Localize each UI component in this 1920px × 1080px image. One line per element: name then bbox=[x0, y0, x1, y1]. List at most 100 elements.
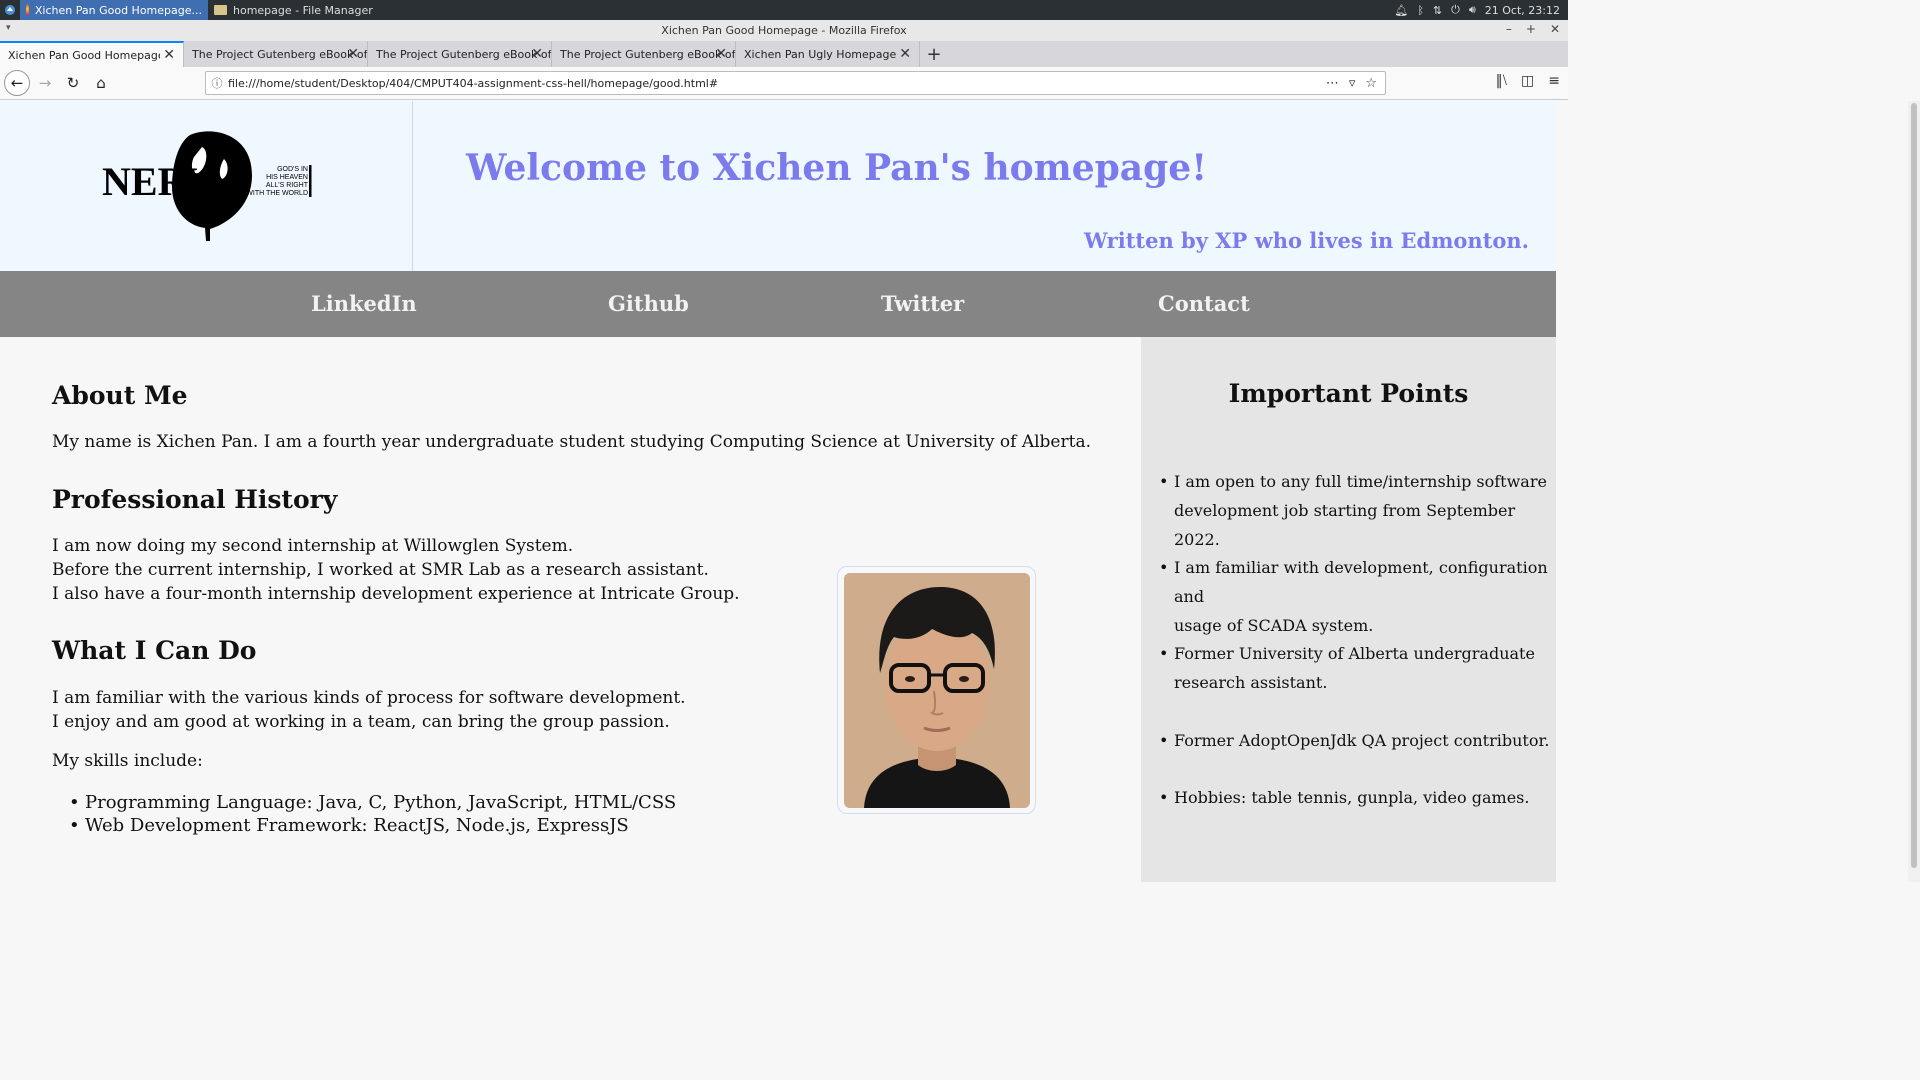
taskbar-task-file-manager[interactable]: homepage - File Manager bbox=[208, 0, 379, 20]
skill-item: Web Development Framework: ReactJS, Node… bbox=[69, 814, 676, 837]
tab-label: The Project Gutenberg eBook of F bbox=[560, 47, 736, 61]
site-info-icon[interactable]: ⓘ bbox=[206, 75, 228, 91]
page-title: Welcome to Xichen Pan's homepage! bbox=[466, 147, 1208, 189]
close-tab-icon[interactable]: ✕ bbox=[160, 47, 175, 63]
point-item: I am open to any full time/internship so… bbox=[1159, 467, 1550, 554]
tab-bar: Xichen Pan Good Homepage ✕ The Project G… bbox=[0, 41, 1568, 67]
desktop-taskbar: Xichen Pan Good Homepage... homepage - F… bbox=[0, 0, 1568, 20]
history-line: I also have a four-month internship deve… bbox=[52, 584, 740, 604]
skill-item: Programming Language: Java, C, Python, J… bbox=[69, 791, 676, 814]
hamburger-menu-icon[interactable]: ≡ bbox=[1548, 73, 1560, 89]
tab-gutenberg-1[interactable]: The Project Gutenberg eBook of A ✕ bbox=[184, 41, 368, 67]
bluetooth-icon[interactable]: ᛒ bbox=[1417, 4, 1424, 17]
history-line: Before the current internship, I worked … bbox=[52, 560, 709, 580]
about-text: My name is Xichen Pan. I am a fourth yea… bbox=[52, 432, 1091, 452]
page-scrollbar[interactable] bbox=[1908, 101, 1920, 882]
home-icon: ⌂ bbox=[96, 74, 106, 92]
tab-gutenberg-2[interactable]: The Project Gutenberg eBook of D ✕ bbox=[368, 41, 552, 67]
svg-text:HIS HEAVEN: HIS HEAVEN bbox=[266, 174, 308, 181]
close-tab-icon[interactable]: ✕ bbox=[528, 46, 543, 62]
system-tray: 🔔︎ ᛒ ⇅ ⏻ 🔊︎ 21 Oct, 23:12 bbox=[1394, 3, 1568, 17]
main-content: About Me My name is Xichen Pan. I am a f… bbox=[0, 337, 1141, 882]
cando-heading: What I Can Do bbox=[52, 636, 257, 665]
plus-icon: + bbox=[926, 43, 942, 65]
history-line: I am now doing my second internship at W… bbox=[52, 536, 574, 556]
tab-gutenberg-3[interactable]: The Project Gutenberg eBook of F ✕ bbox=[552, 41, 736, 67]
svg-text:GOD'S IN: GOD'S IN bbox=[277, 166, 308, 173]
skills-list: Programming Language: Java, C, Python, J… bbox=[69, 791, 676, 837]
site-menu: LinkedIn Github Twitter Contact bbox=[0, 271, 1556, 337]
web-page: NERV GOD'S IN HIS HEAVEN ALL'S RIGHT WIT… bbox=[0, 101, 1556, 882]
close-window-icon[interactable]: ✕ bbox=[1550, 22, 1560, 36]
start-menu-button[interactable] bbox=[0, 0, 20, 20]
navigation-toolbar: ← → ↻ ⌂ ⓘ file:///home/student/Desktop/4… bbox=[0, 67, 1568, 100]
firefox-icon bbox=[26, 4, 29, 16]
menu-link-twitter[interactable]: Twitter bbox=[881, 291, 964, 316]
important-points-heading: Important Points bbox=[1228, 379, 1469, 408]
point-item: I am familiar with development, configur… bbox=[1159, 553, 1550, 640]
url-bar[interactable]: ⓘ file:///home/student/Desktop/404/CMPUT… bbox=[205, 71, 1386, 95]
taskbar-task-label: homepage - File Manager bbox=[233, 3, 373, 17]
page-header: NERV GOD'S IN HIS HEAVEN ALL'S RIGHT WIT… bbox=[0, 101, 1556, 271]
home-button[interactable]: ⌂ bbox=[88, 70, 114, 96]
taskbar-task-firefox[interactable]: Xichen Pan Good Homepage... bbox=[20, 0, 208, 20]
cando-text: I am familiar with the various kinds of … bbox=[52, 686, 686, 734]
library-icon[interactable]: ‖⧵ bbox=[1496, 73, 1507, 89]
page-byline: Written by XP who lives in Edmonton. bbox=[1084, 228, 1529, 253]
svg-text:WITH THE WORLD: WITH THE WORLD bbox=[246, 190, 308, 197]
back-button[interactable]: ← bbox=[4, 70, 30, 96]
close-tab-icon[interactable]: ✕ bbox=[712, 46, 727, 62]
tab-label: The Project Gutenberg eBook of A bbox=[192, 47, 368, 61]
point-item: Former AdoptOpenJdk QA project contribut… bbox=[1159, 726, 1550, 755]
logo-cell: NERV GOD'S IN HIS HEAVEN ALL'S RIGHT WIT… bbox=[0, 101, 413, 271]
menu-link-github[interactable]: Github bbox=[608, 291, 689, 316]
close-tab-icon[interactable]: ✕ bbox=[896, 46, 911, 62]
network-icon[interactable]: ⇅ bbox=[1433, 4, 1442, 17]
app-menu-icon bbox=[5, 5, 15, 15]
cando-line: I enjoy and am good at working in a team… bbox=[52, 712, 670, 732]
reload-button[interactable]: ↻ bbox=[60, 70, 86, 96]
window-menu-icon[interactable]: ▾ bbox=[6, 23, 11, 33]
tab-good-homepage[interactable]: Xichen Pan Good Homepage ✕ bbox=[0, 41, 184, 67]
folder-icon bbox=[214, 5, 227, 15]
tab-label: The Project Gutenberg eBook of D bbox=[376, 47, 552, 61]
scrollbar-thumb[interactable] bbox=[1911, 103, 1917, 868]
menu-link-linkedin[interactable]: LinkedIn bbox=[311, 291, 417, 316]
taskbar-task-label: Xichen Pan Good Homepage... bbox=[34, 3, 202, 17]
tab-label: Xichen Pan Good Homepage bbox=[8, 48, 165, 62]
nerv-logo: NERV GOD'S IN HIS HEAVEN ALL'S RIGHT WIT… bbox=[102, 131, 312, 241]
notification-bell-icon[interactable]: 🔔︎ bbox=[1394, 4, 1408, 17]
cando-line: I am familiar with the various kinds of … bbox=[52, 688, 686, 708]
sidebar-icon[interactable]: ◫ bbox=[1521, 73, 1534, 89]
profile-photo-frame bbox=[837, 566, 1036, 814]
window-titlebar: ▾ Xichen Pan Good Homepage - Mozilla Fir… bbox=[0, 20, 1568, 41]
url-text[interactable]: file:///home/student/Desktop/404/CMPUT40… bbox=[228, 77, 718, 90]
window-title: Xichen Pan Good Homepage - Mozilla Firef… bbox=[661, 24, 907, 37]
maximize-icon[interactable]: + bbox=[1526, 22, 1536, 36]
profile-photo bbox=[844, 573, 1030, 808]
history-heading: Professional History bbox=[52, 485, 338, 514]
volume-icon[interactable]: 🔊︎ bbox=[1469, 3, 1476, 17]
forward-arrow-icon: → bbox=[38, 74, 52, 92]
about-heading: About Me bbox=[52, 381, 188, 410]
important-points-sidebar: Important Points I am open to any full t… bbox=[1141, 337, 1556, 882]
point-item: Hobbies: table tennis, gunpla, video gam… bbox=[1159, 783, 1550, 812]
menu-link-contact[interactable]: Contact bbox=[1158, 291, 1250, 316]
page-actions-icon[interactable]: ⋯ bbox=[1326, 76, 1339, 91]
skills-intro: My skills include: bbox=[52, 751, 203, 771]
close-tab-icon[interactable]: ✕ bbox=[344, 46, 359, 62]
tab-label: Xichen Pan Ugly Homepage bbox=[744, 47, 897, 61]
forward-button[interactable]: → bbox=[32, 70, 58, 96]
history-text: I am now doing my second internship at W… bbox=[52, 534, 740, 606]
svg-text:ALL'S RIGHT: ALL'S RIGHT bbox=[266, 182, 309, 189]
logo-wordmark: NERV bbox=[102, 159, 214, 204]
tab-ugly-homepage[interactable]: Xichen Pan Ugly Homepage ✕ bbox=[736, 41, 920, 67]
back-arrow-icon: ← bbox=[10, 74, 24, 92]
bookmark-star-icon[interactable]: ☆ bbox=[1365, 76, 1377, 91]
new-tab-button[interactable]: + bbox=[920, 41, 948, 67]
minimize-icon[interactable]: – bbox=[1506, 22, 1512, 36]
power-icon[interactable]: ⏻ bbox=[1451, 3, 1460, 17]
pocket-icon[interactable]: ▿ bbox=[1349, 76, 1356, 91]
point-item: Former University of Alberta undergradua… bbox=[1159, 639, 1550, 697]
clock[interactable]: 21 Oct, 23:12 bbox=[1485, 4, 1560, 17]
